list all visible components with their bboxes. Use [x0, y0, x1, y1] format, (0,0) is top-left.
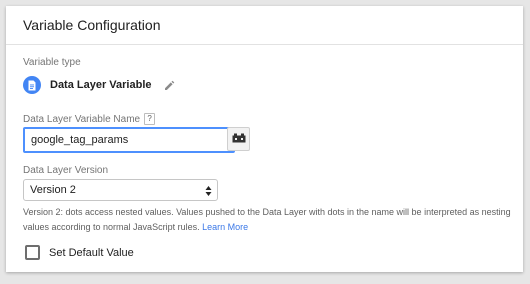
learn-more-link[interactable]: Learn More: [202, 222, 248, 232]
variable-name-label: Data Layer Variable Name?: [23, 113, 156, 125]
variable-type-label: Variable type: [23, 57, 81, 68]
select-arrows-icon: [205, 184, 212, 196]
card-header: Variable Configuration: [6, 6, 523, 45]
pencil-icon[interactable]: [164, 79, 176, 91]
default-value-label: Set Default Value: [49, 246, 134, 259]
insert-variable-button[interactable]: [227, 127, 250, 151]
data-layer-version-select[interactable]: Version 2: [23, 179, 218, 201]
document-icon: [23, 76, 41, 94]
card-title: Variable Configuration: [23, 17, 161, 33]
default-value-option[interactable]: Set Default Value: [25, 245, 134, 260]
version-label: Data Layer Version: [23, 165, 109, 176]
lego-brick-icon: [232, 130, 246, 148]
version-help-description: Version 2: dots access nested values. Va…: [23, 207, 511, 232]
variable-configuration-card: Variable Configuration Variable type Dat…: [6, 6, 523, 272]
variable-name-label-text: Data Layer Variable Name: [23, 114, 141, 125]
version-help-text: Version 2: dots access nested values. Va…: [23, 205, 513, 235]
version-selected-value: Version 2: [30, 184, 76, 196]
variable-type-name: Data Layer Variable: [50, 79, 152, 91]
default-value-checkbox[interactable]: [25, 245, 40, 260]
variable-type-row[interactable]: Data Layer Variable: [23, 75, 176, 95]
help-icon[interactable]: ?: [144, 113, 156, 125]
data-layer-variable-name-input[interactable]: [23, 127, 235, 153]
